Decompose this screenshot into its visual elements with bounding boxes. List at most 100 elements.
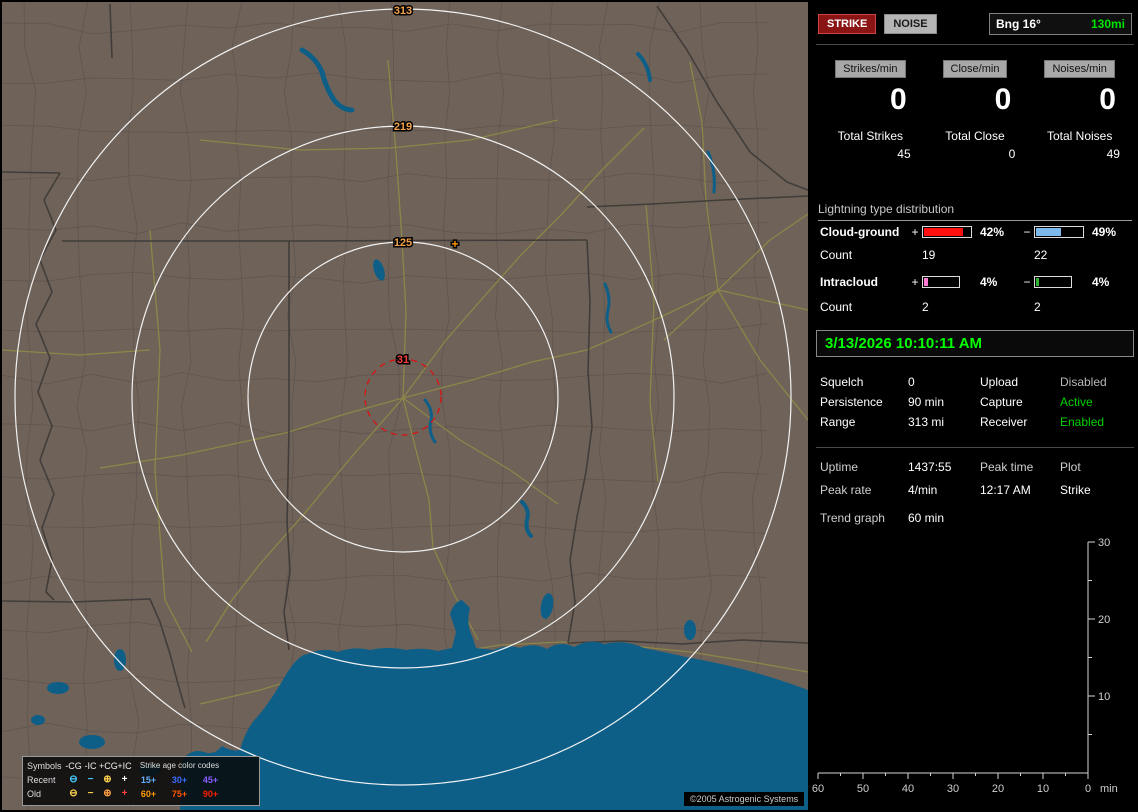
cg-negative-bar-fill [1036, 228, 1062, 236]
ic-positive-pct: 4% [980, 275, 998, 289]
svg-text:30: 30 [947, 783, 959, 795]
svg-text:60: 60 [812, 783, 824, 795]
legend-recent-label: Recent [27, 775, 56, 785]
strike-symbol: + [451, 237, 458, 251]
total-close-label: Total Close [945, 129, 1005, 143]
total-noises-value: 49 [1106, 147, 1120, 161]
cloud-ground-count-row: Count 19 22 [820, 247, 1136, 263]
legend-col-cg-pos: +CG [99, 761, 118, 771]
close-per-min-button[interactable]: Close/min [942, 60, 1008, 78]
cg-negative-pct: 49% [1092, 225, 1117, 239]
cg-positive-bar-fill [924, 228, 963, 236]
ring-label-31: 31 [397, 354, 409, 366]
trend-graph-label: Trend graph [820, 511, 885, 525]
intracloud-label: Intracloud [820, 275, 879, 289]
persistence-label: Persistence [820, 395, 883, 409]
settings-row: Squelch 0 Upload Disabled [812, 372, 1138, 392]
recent-ic-pos-icon: + [121, 774, 128, 785]
map-display[interactable]: 313 219 125 31 + Symbols -CG -IC +CG +IC… [2, 2, 808, 810]
legend-col-ic-pos: +IC [117, 761, 132, 771]
range-label: Range [820, 415, 856, 429]
age-45: 45+ [202, 775, 219, 785]
minus-sign: − [1023, 275, 1031, 289]
total-noises: Total Noises 49 [1027, 128, 1132, 163]
settings-row: Range 313 mi Receiver Enabled [812, 412, 1138, 432]
svg-text:0: 0 [1085, 783, 1091, 795]
age-90: 90+ [202, 789, 219, 799]
intracloud-row: Intracloud + 4% − 4% [820, 274, 1136, 290]
peak-time-label: Peak time [980, 460, 1034, 474]
cg-negative-count: 22 [1034, 248, 1048, 262]
rate-buttons-row: Strikes/min Close/min Noises/min [818, 60, 1132, 78]
mode-toolbar: STRIKE NOISE Bng 16° 130mi [818, 13, 1132, 35]
strike-mode-button[interactable]: STRIKE [818, 14, 877, 34]
svg-text:10: 10 [1037, 783, 1049, 795]
close-per-min-value: 0 [994, 83, 1012, 116]
ring-label-219: 219 [394, 121, 412, 133]
trend-chart: 30 20 10 60 50 40 30 20 10 0 min [812, 537, 1118, 795]
upload-value: Disabled [1060, 375, 1107, 389]
svg-text:20: 20 [992, 783, 1004, 795]
plus-sign: + [911, 275, 919, 289]
plot-value: Strike [1060, 483, 1091, 497]
svg-text:50: 50 [857, 783, 869, 795]
age-30: 30+ [171, 775, 188, 785]
age-15: 15+ [140, 775, 157, 785]
ic-negative-count: 2 [1034, 300, 1041, 314]
ic-positive-bar-fill [924, 278, 929, 286]
bearing-value: Bng 16° [996, 17, 1041, 31]
bearing-readout: Bng 16° 130mi [989, 13, 1132, 35]
copyright-text: ©2005 Astrogenic Systems [684, 792, 805, 806]
count-label: Count [820, 300, 853, 314]
totals-row: Total Strikes 45 Total Close 0 Total Noi… [818, 128, 1132, 163]
old-cg-neg-icon: ⊖ [69, 788, 78, 799]
plot-label: Plot [1060, 460, 1081, 474]
svg-text:min: min [1100, 783, 1118, 795]
datetime-display: 3/13/2026 10:10:11 AM [816, 330, 1134, 357]
noises-per-min-button[interactable]: Noises/min [1044, 60, 1115, 78]
capture-value: Active [1060, 395, 1093, 409]
squelch-label: Squelch [820, 375, 864, 389]
ic-negative-bar [1034, 276, 1072, 288]
noises-per-min-value: 0 [1099, 83, 1116, 116]
total-noises-label: Total Noises [1046, 129, 1113, 143]
uptime-value: 1437:55 [908, 460, 952, 474]
bearing-range-value: 130mi [1090, 17, 1125, 31]
svg-text:40: 40 [902, 783, 914, 795]
receiver-label: Receiver [980, 415, 1028, 429]
upload-label: Upload [980, 375, 1019, 389]
peak-rate-value: 4/min [908, 483, 938, 497]
total-strikes-value: 45 [897, 147, 911, 161]
cloud-ground-label: Cloud-ground [820, 225, 900, 239]
total-strikes: Total Strikes 45 [818, 128, 923, 163]
legend-symbols-header: Symbols [27, 761, 62, 771]
svg-text:10: 10 [1098, 691, 1110, 703]
recent-cg-pos-icon: ⊕ [103, 774, 112, 785]
count-label: Count [820, 248, 853, 262]
legend-old-label: Old [27, 789, 42, 799]
distribution-header: Lightning type distribution [818, 202, 1132, 221]
total-close: Total Close 0 [923, 128, 1028, 163]
map-legend: Symbols -CG -IC +CG +IC Strike age color… [22, 756, 260, 806]
peak-time-value: 12:17 AM [980, 483, 1031, 497]
cg-positive-count: 19 [922, 248, 936, 262]
uptime-label: Uptime [820, 460, 859, 474]
range-value: 313 mi [908, 415, 945, 429]
old-ic-neg-icon: − [87, 788, 94, 799]
stats-row: Peak rate 4/min 12:17 AM Strike [812, 479, 1138, 502]
age-75: 75+ [171, 789, 188, 799]
peak-rate-label: Peak rate [820, 483, 872, 497]
total-close-value: 0 [1008, 147, 1016, 161]
intracloud-count-row: Count 2 2 [820, 299, 1136, 315]
divider [816, 447, 1134, 448]
noise-mode-button[interactable]: NOISE [884, 14, 937, 34]
ring-label-313: 313 [394, 5, 412, 17]
svg-text:30: 30 [1098, 537, 1110, 549]
settings-block: Squelch 0 Upload Disabled Persistence 90… [812, 372, 1138, 432]
legend-old-row: Old ⊖ − ⊕ + 60+ 75+ 90+ [27, 787, 255, 801]
status-panel: STRIKE NOISE Bng 16° 130mi Strikes/min C… [812, 0, 1138, 812]
cloud-ground-row: Cloud-ground + 42% − 49% [820, 224, 1136, 240]
strikes-per-min-button[interactable]: Strikes/min [835, 60, 906, 78]
persistence-value: 90 min [908, 395, 945, 409]
ic-positive-count: 2 [922, 300, 929, 314]
